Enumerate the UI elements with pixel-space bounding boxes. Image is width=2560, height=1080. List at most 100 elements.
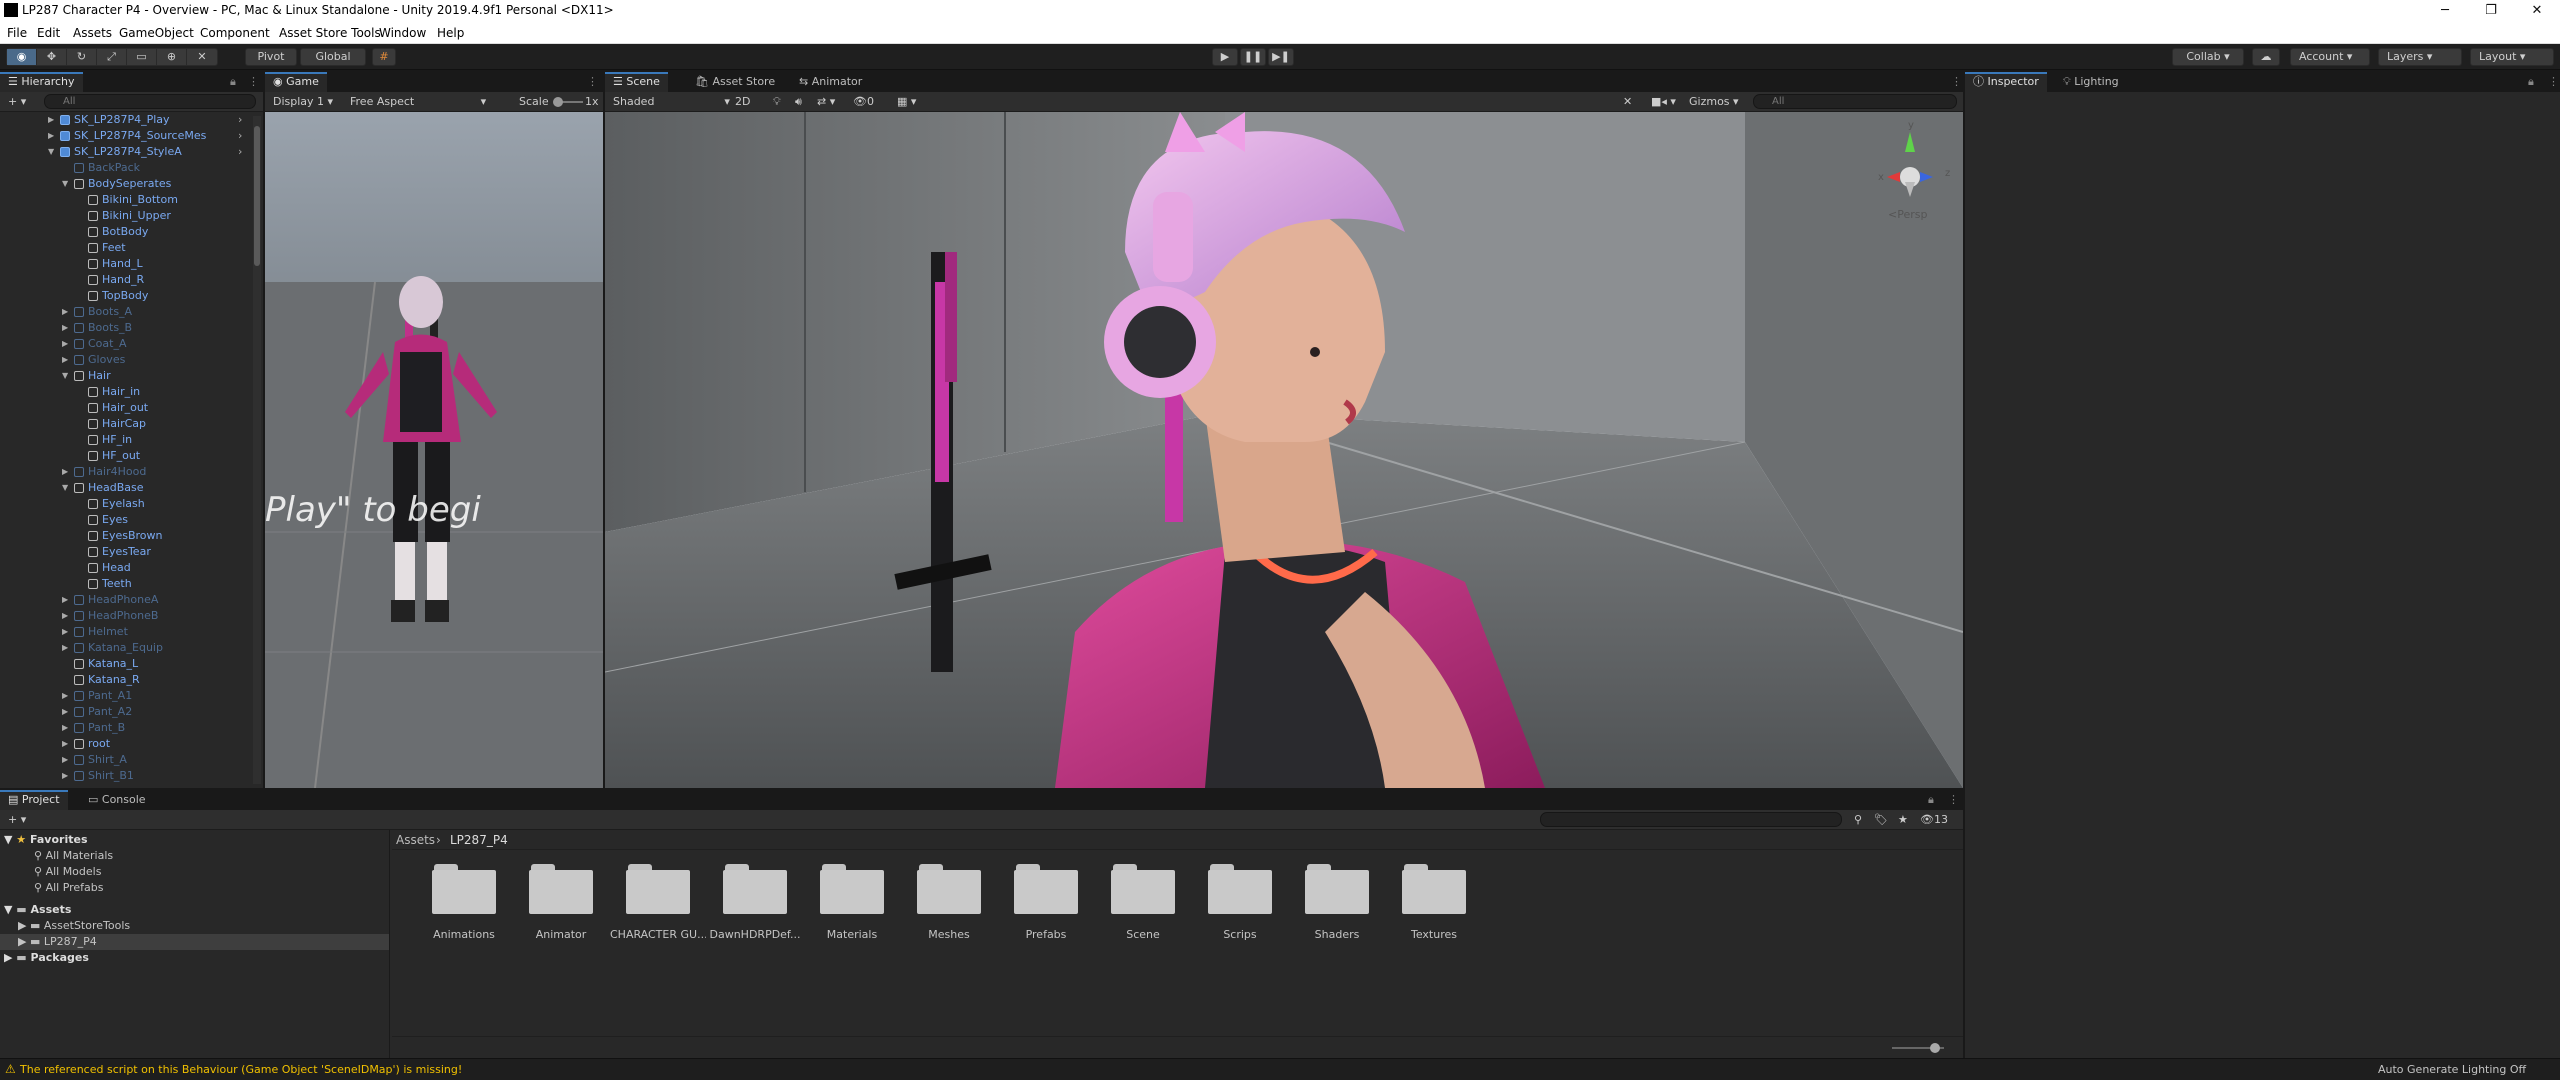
scale-tool-icon[interactable]: ⤢ bbox=[97, 49, 127, 65]
hierarchy-item[interactable]: Eyelash bbox=[0, 496, 252, 512]
folder-item[interactable]: Materials bbox=[804, 862, 900, 962]
tab-project[interactable]: ▤ Project bbox=[0, 790, 68, 810]
expand-right-icon[interactable]: ▶ bbox=[62, 464, 68, 480]
game-more-icon[interactable]: ⋮ bbox=[579, 72, 606, 92]
lighting-toggle-icon[interactable]: 💡︎ bbox=[765, 92, 789, 112]
project-create-dropdown-icon[interactable]: + ▾ bbox=[0, 810, 34, 830]
menu-file[interactable]: File bbox=[7, 26, 27, 40]
favorites-header[interactable]: ▼ ★ Favorites bbox=[4, 832, 88, 848]
hierarchy-item[interactable]: Eyes bbox=[0, 512, 252, 528]
menu-asset-store-tools[interactable]: Asset Store Tools bbox=[279, 26, 381, 40]
projection-toggle[interactable]: <Persp bbox=[1888, 208, 1927, 221]
hierarchy-item[interactable]: ▶ root bbox=[0, 736, 252, 752]
hierarchy-item[interactable]: Hand_R bbox=[0, 272, 252, 288]
scene-search-input[interactable]: All bbox=[1753, 94, 1957, 109]
hierarchy-item[interactable]: BotBody bbox=[0, 224, 252, 240]
prefab-open-icon[interactable]: › bbox=[238, 128, 242, 144]
expand-right-icon[interactable]: ▶ bbox=[62, 688, 68, 704]
cloud-icon[interactable]: ☁ bbox=[2252, 48, 2280, 66]
scene-viewport[interactable]: y x z <Persp bbox=[605, 112, 1963, 788]
folder-item[interactable]: DawnHDRPDef... bbox=[707, 862, 803, 962]
close-button[interactable]: ✕ bbox=[2514, 0, 2560, 22]
scale-slider[interactable] bbox=[553, 97, 583, 107]
packages-root[interactable]: ▶ ▬ Packages bbox=[4, 950, 89, 966]
hierarchy-item[interactable]: ▶ Pant_B bbox=[0, 720, 252, 736]
rect-tool-icon[interactable]: ▭ bbox=[127, 49, 157, 65]
folder-assetstoretools[interactable]: ▶ ▬ AssetStoreTools bbox=[18, 918, 130, 934]
hierarchy-item[interactable]: EyesTear bbox=[0, 544, 252, 560]
hierarchy-item[interactable]: Head bbox=[0, 560, 252, 576]
tab-inspector[interactable]: ⓘ Inspector bbox=[1965, 72, 2047, 92]
expand-right-icon[interactable]: ▶ bbox=[62, 736, 68, 752]
hierarchy-item[interactable]: Hair_in bbox=[0, 384, 252, 400]
hierarchy-item[interactable]: Teeth bbox=[0, 576, 252, 592]
camera-dropdown-icon[interactable]: ■◂ ▾ bbox=[1643, 92, 1684, 112]
hierarchy-item[interactable]: ▶ Boots_A bbox=[0, 304, 252, 320]
expand-right-icon[interactable]: ▶ bbox=[62, 640, 68, 656]
effects-dropdown-icon[interactable]: ⇄ ▾ bbox=[809, 92, 843, 112]
tab-hierarchy[interactable]: ☰ Hierarchy bbox=[0, 72, 83, 92]
menu-gameobject[interactable]: GameObject bbox=[119, 26, 194, 40]
hierarchy-item[interactable]: ▼ Hair bbox=[0, 368, 252, 384]
snap-icon[interactable]: # bbox=[372, 48, 396, 66]
global-toggle[interactable]: Global bbox=[300, 48, 366, 66]
hierarchy-item[interactable]: Feet bbox=[0, 240, 252, 256]
project-search-input[interactable] bbox=[1540, 812, 1842, 827]
menu-window[interactable]: Window bbox=[379, 26, 426, 40]
hierarchy-item[interactable]: ▼ SK_LP287P4_StyleA › bbox=[0, 144, 252, 160]
folder-item[interactable]: Animations bbox=[416, 862, 512, 962]
expand-right-icon[interactable]: ▶ bbox=[62, 592, 68, 608]
expand-right-icon[interactable]: ▶ bbox=[62, 304, 68, 320]
expand-right-icon[interactable]: ▶ bbox=[48, 112, 54, 128]
expand-right-icon[interactable]: ▶ bbox=[62, 336, 68, 352]
hidden-packages-icon[interactable]: 👁︎13 bbox=[1912, 810, 1956, 830]
inspector-lock-icon[interactable]: 🔒︎ bbox=[2520, 72, 2542, 92]
menu-assets[interactable]: Assets bbox=[73, 26, 112, 40]
hierarchy-item[interactable]: Bikini_Upper bbox=[0, 208, 252, 224]
minimize-button[interactable]: ─ bbox=[2422, 0, 2468, 22]
menu-component[interactable]: Component bbox=[200, 26, 270, 40]
more-icon[interactable]: ⋮ bbox=[240, 72, 267, 92]
gizmos-dropdown[interactable]: Gizmos ▾ bbox=[1681, 92, 1747, 112]
transform-tool-icon[interactable]: ⊕ bbox=[157, 49, 187, 65]
maximize-button[interactable]: ❐ bbox=[2468, 0, 2514, 22]
breadcrumb-lp287-p4[interactable]: LP287_P4 bbox=[450, 833, 508, 847]
icon-size-slider[interactable] bbox=[1892, 1043, 1944, 1053]
folder-item[interactable]: Scene bbox=[1095, 862, 1191, 962]
expand-right-icon[interactable]: ▶ bbox=[62, 320, 68, 336]
hierarchy-item[interactable]: ▶ Shirt_A bbox=[0, 752, 252, 768]
hierarchy-search-input[interactable]: All bbox=[44, 94, 256, 109]
game-viewport[interactable]: Play" to begi bbox=[265, 112, 603, 788]
grid-dropdown-icon[interactable]: ▦ ▾ bbox=[889, 92, 924, 112]
folder-item[interactable]: Meshes bbox=[901, 862, 997, 962]
project-more-icon[interactable]: ⋮ bbox=[1940, 790, 1967, 810]
hierarchy-item[interactable]: ▶ Pant_A1 bbox=[0, 688, 252, 704]
hidden-objects-icon[interactable]: 👁︎0 bbox=[845, 92, 882, 112]
display-dropdown[interactable]: Display 1 ▾ bbox=[265, 92, 341, 112]
hierarchy-item[interactable]: ▶ HeadPhoneB bbox=[0, 608, 252, 624]
folder-item[interactable]: Prefabs bbox=[998, 862, 1094, 962]
folder-item[interactable]: Textures bbox=[1386, 862, 1482, 962]
hierarchy-item[interactable]: HF_out bbox=[0, 448, 252, 464]
prefab-open-icon[interactable]: › bbox=[238, 144, 242, 160]
assets-root[interactable]: ▼ ▬ Assets bbox=[4, 902, 71, 918]
hierarchy-item[interactable]: ▶ Boots_B bbox=[0, 320, 252, 336]
hierarchy-scrollbar[interactable] bbox=[253, 116, 261, 784]
favorite-all-materials[interactable]: ⚲ All Materials bbox=[34, 848, 113, 864]
hierarchy-item[interactable]: Katana_R bbox=[0, 672, 252, 688]
prefab-open-icon[interactable]: › bbox=[238, 112, 242, 128]
collab-dropdown[interactable]: Collab ▾ bbox=[2172, 48, 2244, 66]
audio-toggle-icon[interactable]: 🔊︎ bbox=[787, 92, 810, 112]
inspector-more-icon[interactable]: ⋮ bbox=[2540, 72, 2560, 92]
scale-slider-thumb[interactable] bbox=[553, 97, 563, 107]
hierarchy-item[interactable]: ▶ Shirt_B1 bbox=[0, 768, 252, 784]
tab-console[interactable]: ▭ Console bbox=[80, 790, 154, 810]
hierarchy-item[interactable]: ▶ Pant_A2 bbox=[0, 704, 252, 720]
tab-scene[interactable]: ☰ Scene bbox=[605, 72, 668, 92]
pivot-toggle[interactable]: Pivot bbox=[245, 48, 297, 66]
expand-right-icon[interactable]: ▶ bbox=[48, 128, 54, 144]
aspect-dropdown[interactable]: Free Aspect ▾ bbox=[342, 92, 494, 112]
tab-lighting[interactable]: 💡︎ Lighting bbox=[2055, 72, 2127, 92]
hierarchy-item[interactable]: Katana_L bbox=[0, 656, 252, 672]
hierarchy-item[interactable]: ▶ Katana_Equip bbox=[0, 640, 252, 656]
